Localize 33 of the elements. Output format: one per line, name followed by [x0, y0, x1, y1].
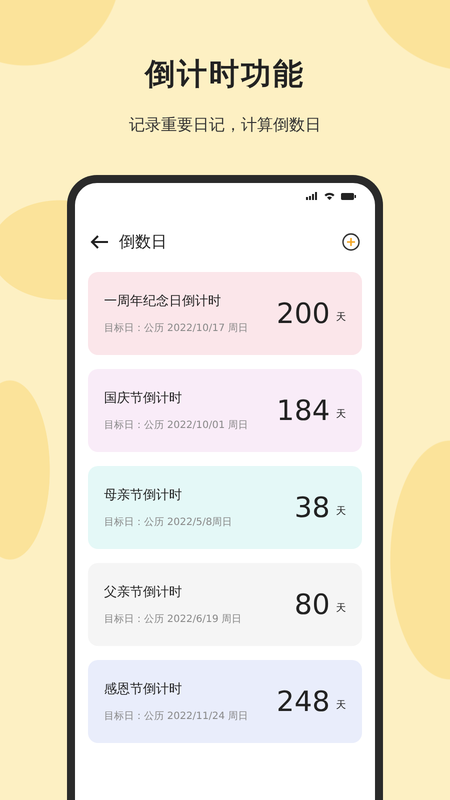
wifi-icon — [324, 192, 335, 200]
battery-icon — [341, 192, 356, 200]
event-name: 父亲节倒计时 — [104, 584, 183, 601]
days-unit: 天 — [336, 698, 346, 712]
add-icon[interactable] — [342, 233, 360, 251]
page-title: 倒数日 — [119, 232, 167, 252]
event-name: 母亲节倒计时 — [104, 487, 183, 504]
target-date: 目标日：公历 2022/5/8周日 — [104, 516, 234, 529]
event-name: 一周年纪念日倒计时 — [104, 293, 222, 310]
days-count: 80 — [294, 588, 330, 621]
headline: 倒计时功能 — [145, 56, 305, 94]
countdown-card[interactable]: 国庆节倒计时 目标日：公历 2022/10/01 周日 184 天 — [88, 369, 362, 452]
days-count: 38 — [294, 491, 330, 524]
days-unit: 天 — [336, 408, 346, 420]
subheadline: 记录重要日记，计算倒数日 — [129, 115, 321, 136]
days-count: 200 — [276, 297, 330, 330]
days-unit: 天 — [336, 602, 346, 614]
target-date: 目标日：公历 2022/10/01 周日 — [104, 418, 249, 432]
countdown-card[interactable]: 感恩节倒计时 目标日：公历 2022/11/24 周日 248 天 — [88, 660, 362, 743]
target-date: 目标日：公历 2022/10/17 周日 — [104, 322, 249, 335]
countdown-card[interactable]: 母亲节倒计时 目标日：公历 2022/5/8周日 38 天 — [88, 466, 362, 549]
days-count: 248 — [276, 685, 330, 718]
event-name: 国庆节倒计时 — [104, 390, 183, 407]
days-count: 184 — [276, 394, 330, 427]
countdown-card[interactable]: 父亲节倒计时 目标日：公历 2022/6/19 周日 80 天 — [88, 563, 362, 646]
countdown-card[interactable]: 一周年纪念日倒计时 目标日：公历 2022/10/17 周日 200 天 — [88, 272, 362, 355]
target-date: 目标日：公历 2022/11/24 周日 — [104, 710, 249, 723]
signal-icon — [306, 192, 318, 200]
back-arrow-icon[interactable] — [90, 235, 109, 249]
event-name: 感恩节倒计时 — [104, 681, 183, 698]
target-date: 目标日：公历 2022/6/19 周日 — [104, 612, 243, 626]
days-unit: 天 — [336, 504, 346, 518]
days-unit: 天 — [336, 310, 346, 324]
